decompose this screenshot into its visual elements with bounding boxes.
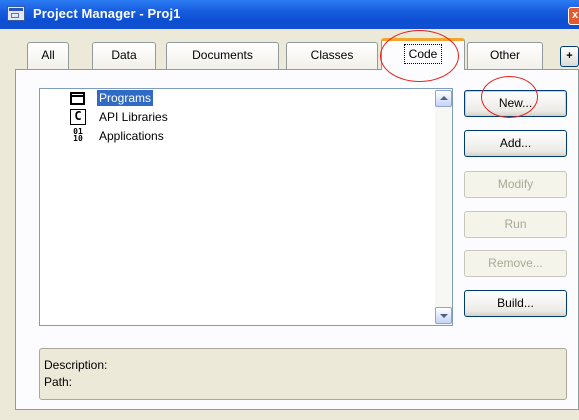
tree-item-label: Programs: [97, 90, 154, 106]
project-manager-icon: [7, 6, 25, 21]
tab-classes[interactable]: Classes: [286, 42, 378, 69]
tab-label: All: [41, 48, 55, 62]
modify-button[interactable]: Modify: [464, 171, 567, 198]
tab-label: Code: [403, 44, 443, 64]
title-bar[interactable]: Project Manager - Proj1 x: [0, 0, 579, 29]
tree-item-label: Applications: [99, 129, 164, 143]
remove-button[interactable]: Remove...: [464, 250, 567, 277]
details-panel: Description: Path:: [39, 348, 567, 400]
project-manager-window: Project Manager - Proj1 x All Data Docum…: [0, 0, 579, 420]
tab-data[interactable]: Data: [92, 42, 156, 69]
close-button[interactable]: x: [568, 7, 579, 25]
api-library-icon: C: [70, 109, 86, 125]
tab-code[interactable]: Code: [381, 38, 465, 70]
application-icon: 01 10: [70, 128, 86, 144]
path-label: Path:: [44, 375, 73, 389]
tab-scroll-button[interactable]: +: [560, 46, 579, 67]
tab-other[interactable]: Other: [467, 42, 543, 69]
tab-label: Classes: [310, 48, 354, 62]
run-button[interactable]: Run: [464, 211, 567, 238]
project-tree[interactable]: Programs C API Libraries 01 10 Applicati…: [39, 88, 453, 326]
application-icon-bottom: 10: [73, 134, 83, 143]
tab-all[interactable]: All: [27, 42, 69, 69]
tab-label: Other: [489, 48, 520, 62]
tab-label: Documents: [192, 48, 253, 62]
build-button[interactable]: Build...: [464, 290, 567, 317]
tab-documents[interactable]: Documents: [166, 42, 279, 69]
new-button[interactable]: New...: [464, 90, 567, 117]
scroll-up-button[interactable]: [435, 90, 452, 107]
tree-scrollbar[interactable]: [435, 89, 452, 325]
program-icon: [70, 92, 85, 105]
tree-item-label: API Libraries: [99, 110, 168, 124]
scroll-down-button[interactable]: [435, 307, 452, 324]
tab-label: Data: [111, 48, 137, 62]
description-label: Description:: [44, 358, 108, 372]
add-button[interactable]: Add...: [464, 130, 567, 157]
window-title: Project Manager - Proj1: [33, 6, 181, 21]
